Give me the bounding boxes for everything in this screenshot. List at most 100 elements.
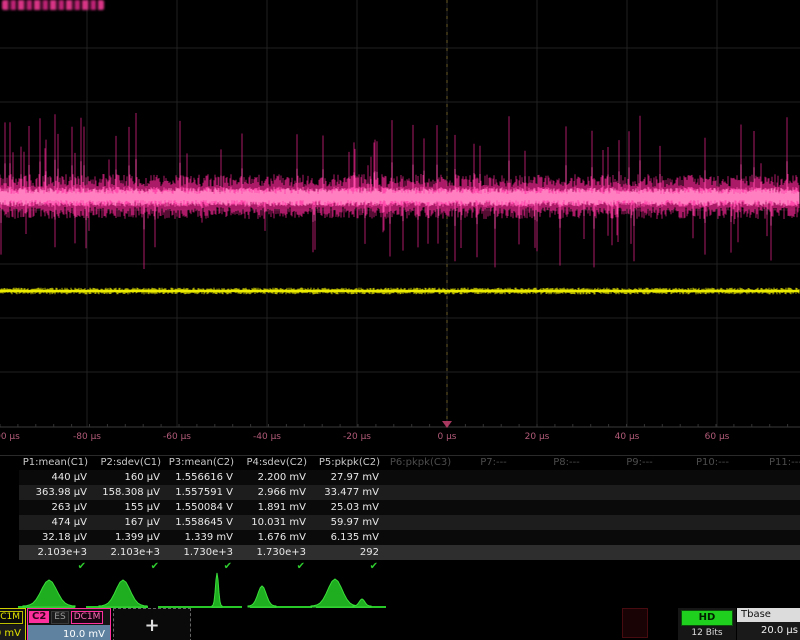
time-axis-label: 60 µs [705, 432, 730, 442]
c2-scale-value: 10.0 mV [28, 625, 110, 640]
histicon-p1[interactable] [23, 580, 75, 607]
measurement-value [749, 500, 800, 515]
measurement-value [749, 530, 800, 545]
c2-header: C2 ES DC1M [28, 609, 110, 625]
measurement-status-check [530, 560, 603, 573]
time-axis-label: -20 µs [343, 432, 371, 442]
measurement-header-p1[interactable]: P1:mean(C1) [19, 456, 92, 470]
measurement-value: 27.97 mV [311, 470, 384, 485]
measurement-value [384, 470, 457, 485]
measurement-header-p3[interactable]: P3:mean(C2) [165, 456, 238, 470]
measurement-value [457, 515, 530, 530]
measurement-value [603, 470, 676, 485]
measurement-value: 440 µV [19, 470, 92, 485]
hd-bits-label: 12 Bits [691, 626, 722, 640]
measurement-value: 1.557591 V [165, 485, 238, 500]
measurement-header-p11[interactable]: P11:--- [749, 456, 800, 470]
measurement-column-p7: P7:--- [457, 456, 530, 573]
measurement-value: 1.339 mV [165, 530, 238, 545]
oscilloscope-screen: -100 µs-80 µs-60 µs-40 µs-20 µs0 µs20 µs… [0, 0, 800, 640]
channel-descriptor-c1[interactable]: DC1M 20.0 mV [0, 608, 26, 640]
measurement-value: 2.966 mV [238, 485, 311, 500]
measurement-header-p7[interactable]: P7:--- [457, 456, 530, 470]
c1-header: DC1M [0, 609, 25, 625]
measurement-value [676, 515, 749, 530]
c2-channel-label: C2 [29, 611, 49, 623]
measurement-header-p2[interactable]: P2:sdev(C1) [92, 456, 165, 470]
c1-coupling-badge: DC1M [0, 611, 23, 624]
time-axis-label: -100 µs [0, 432, 20, 442]
measurement-value [457, 545, 530, 560]
measurement-column-p11: P11:--- [749, 456, 800, 573]
measurement-value [676, 470, 749, 485]
measurement-value: 1.730e+3 [238, 545, 311, 560]
measurement-value [384, 485, 457, 500]
measurement-value [384, 545, 457, 560]
histicon-p5[interactable] [311, 579, 359, 607]
measurement-column-p6: P6:pkpk(C3) [384, 456, 457, 573]
measurement-value [530, 545, 603, 560]
measurement-value [457, 500, 530, 515]
measurement-value [457, 530, 530, 545]
measurement-value: 10.031 mV [238, 515, 311, 530]
measurement-column-p3: P3:mean(C2)1.556616 V1.557591 V1.550084 … [165, 456, 238, 573]
histicon-p3[interactable] [212, 573, 222, 607]
measurement-status-check [749, 560, 800, 573]
measurement-header-p9[interactable]: P9:--- [603, 456, 676, 470]
c1-trace[interactable] [0, 288, 799, 295]
measurement-value: 263 µV [19, 500, 92, 515]
measurement-value [530, 485, 603, 500]
measurement-header-p5[interactable]: P5:pkpk(C2) [311, 456, 384, 470]
measurement-value: 2.103e+3 [19, 545, 92, 560]
time-axis-label: -80 µs [73, 432, 101, 442]
measurement-value: 2.103e+3 [92, 545, 165, 560]
measurement-header-p10[interactable]: P10:--- [676, 456, 749, 470]
measurement-value: 1.550084 V [165, 500, 238, 515]
histicon-p2[interactable] [99, 580, 147, 607]
measurement-value: 155 µV [92, 500, 165, 515]
timebase-descriptor[interactable]: Tbase 20.0 µs [737, 608, 800, 640]
measurement-value [530, 530, 603, 545]
trigger-position-marker[interactable] [442, 421, 452, 428]
measurement-status-check [457, 560, 530, 573]
timebase-title: Tbase [737, 608, 800, 622]
measurement-column-p8: P8:--- [530, 456, 603, 573]
top-left-annotation [2, 0, 104, 10]
measurement-header-p6[interactable]: P6:pkpk(C3) [384, 456, 457, 470]
measurement-value: 6.135 mV [311, 530, 384, 545]
measurement-value [749, 485, 800, 500]
c2-trace[interactable] [0, 113, 799, 269]
measurement-column-p2: P2:sdev(C1)160 µV158.308 µV155 µV167 µV1… [92, 456, 165, 573]
bottom-bar: DC1M 20.0 mV C2 ES DC1M 10.0 mV + HD 12 … [0, 605, 800, 640]
measurement-value: 1.558645 V [165, 515, 238, 530]
add-trace-button[interactable]: + [113, 608, 191, 640]
measurement-value [457, 470, 530, 485]
graticule [0, 0, 800, 428]
measurement-value [384, 500, 457, 515]
time-axis: -100 µs-80 µs-60 µs-40 µs-20 µs0 µs20 µs… [0, 428, 800, 454]
waveform-area [0, 0, 800, 428]
measurement-value: 1.399 µV [92, 530, 165, 545]
measurement-header-p4[interactable]: P4:sdev(C2) [238, 456, 311, 470]
histicon-p4[interactable] [248, 586, 276, 607]
measurement-value [676, 545, 749, 560]
measurement-status-check [676, 560, 749, 573]
measurement-value [384, 515, 457, 530]
measurement-value [676, 530, 749, 545]
measurement-value: 158.308 µV [92, 485, 165, 500]
c2-es-badge: ES [51, 611, 68, 624]
measurement-header-p8[interactable]: P8:--- [530, 456, 603, 470]
time-axis-label: -40 µs [253, 432, 281, 442]
measurement-table: P1:mean(C1)440 µV363.98 µV263 µV474 µV32… [0, 455, 800, 574]
measurement-value: 1.556616 V [165, 470, 238, 485]
measurement-value [603, 530, 676, 545]
measurement-value [530, 470, 603, 485]
measurement-value: 292 [311, 545, 384, 560]
measurement-column-p9: P9:--- [603, 456, 676, 573]
hd-mode-box[interactable]: HD 12 Bits [678, 608, 736, 640]
measurement-value: 2.200 mV [238, 470, 311, 485]
channel-descriptor-c2[interactable]: C2 ES DC1M 10.0 mV [27, 608, 111, 640]
measurement-value [749, 470, 800, 485]
timebase-value: 20.0 µs [737, 622, 800, 640]
measurement-value [384, 530, 457, 545]
